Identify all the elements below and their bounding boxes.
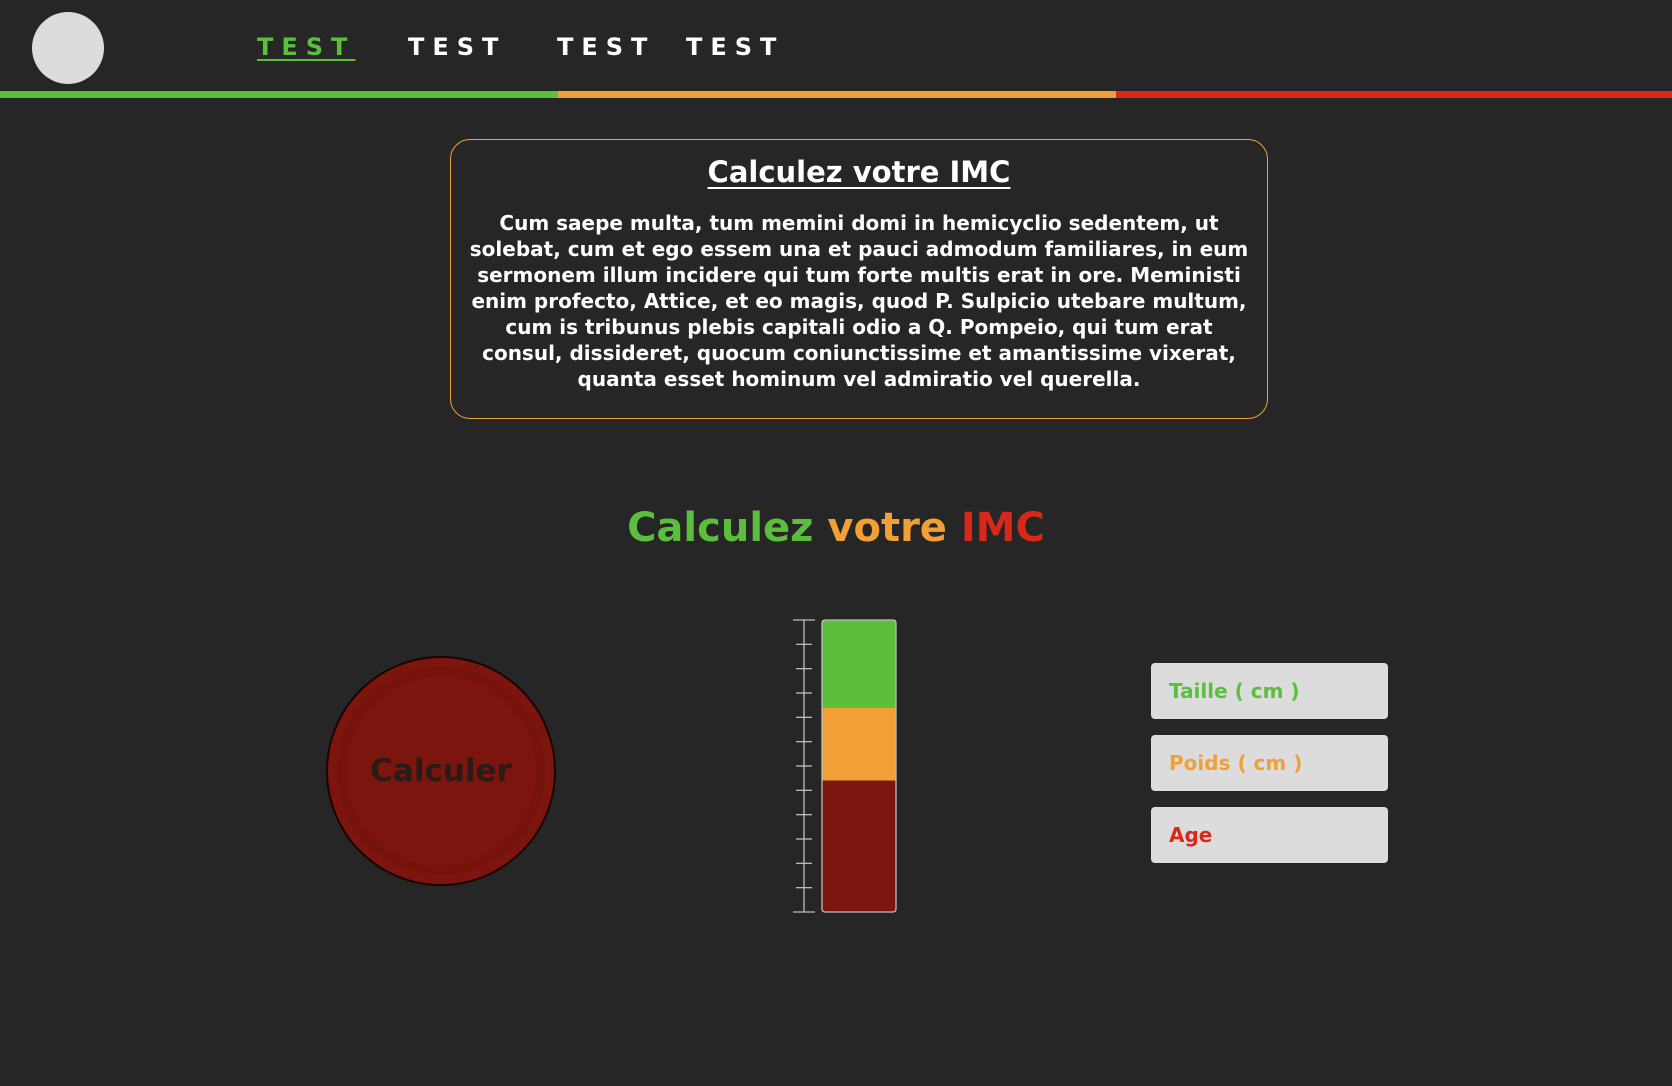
nav-item-4[interactable]: TEST — [686, 30, 784, 64]
title-part-1: Calculez — [627, 505, 814, 551]
title-part-3: IMC — [960, 505, 1045, 551]
weight-input[interactable] — [1167, 750, 1381, 776]
stripe-red — [1116, 91, 1672, 98]
calculator-title: Calculez votre IMC — [0, 500, 1672, 556]
info-title: Calculez votre IMC — [707, 155, 1011, 189]
weight-field[interactable] — [1151, 735, 1388, 791]
gauge-segment-3 — [822, 780, 896, 912]
age-input[interactable] — [1167, 822, 1381, 848]
info-text: Cum saepe multa, tum memini domi in hemi… — [469, 211, 1249, 391]
title-part-2: votre — [827, 505, 947, 551]
calculate-button[interactable]: Calculer — [326, 656, 556, 886]
imc-gauge — [793, 619, 897, 913]
gauge-segment-2 — [822, 707, 896, 781]
stripe-green — [0, 91, 558, 98]
height-field[interactable] — [1151, 663, 1388, 719]
info-card: Calculez votre IMC Cum saepe multa, tum … — [450, 139, 1268, 419]
stripe-orange — [558, 91, 1116, 98]
calculate-button-label: Calculer — [370, 753, 512, 789]
nav-item-2[interactable]: TEST — [408, 30, 506, 64]
gauge-segment-1 — [822, 620, 896, 708]
header: TEST TEST TEST TEST — [0, 0, 1672, 92]
nav-item-1[interactable]: TEST — [257, 30, 355, 64]
logo-avatar[interactable] — [32, 12, 104, 84]
height-input[interactable] — [1167, 678, 1381, 704]
nav-item-3[interactable]: TEST — [557, 30, 655, 64]
age-field[interactable] — [1151, 807, 1388, 863]
